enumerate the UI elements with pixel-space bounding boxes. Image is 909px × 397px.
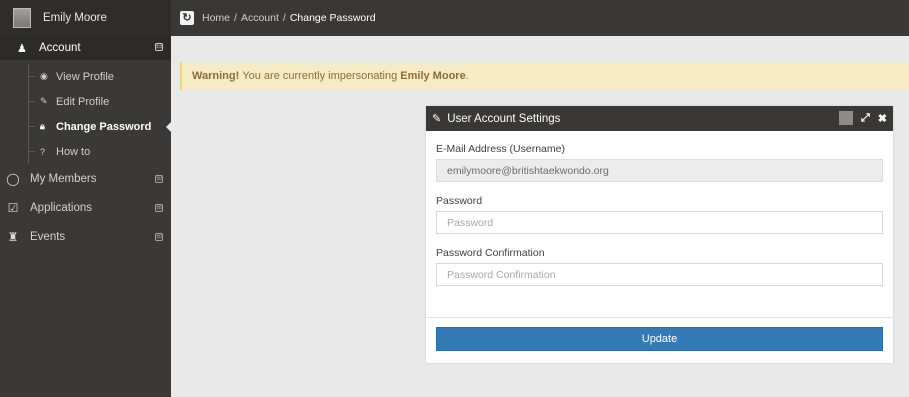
sidebar-item-label: Edit Profile [56,95,110,108]
breadcrumb-separator: / [234,12,237,24]
warning-text: You are currently impersonating [242,70,398,82]
breadcrumb-home[interactable]: Home [202,12,230,24]
sidebar-item-label: My Members [30,172,97,185]
sidebar: ♟ Account ⊟ ◉ View Profile ✎ Edit Profil… [0,36,172,397]
password-confirmation-field[interactable] [436,263,883,286]
expand-icon[interactable]: ⊞ [155,204,163,212]
sidebar-item-how-to[interactable]: ? How to [0,139,171,164]
refresh-icon[interactable]: ↻ [180,11,194,25]
email-label: E-Mail Address (Username) [436,143,565,155]
user-box[interactable]: Emily Moore [0,0,171,36]
expand-icon[interactable]: ⊞ [155,175,163,183]
collapse-icon[interactable]: ⊟ [155,43,163,51]
password-label: Password [436,195,483,207]
color-picker-icon[interactable] [838,111,853,125]
breadcrumb: ↻ Home / Account / Change Password [180,0,376,36]
user-icon: ♟ [17,42,27,55]
sidebar-item-applications[interactable]: ☑ Applications ⊞ [0,193,171,222]
check-square-icon: ☑ [7,200,19,215]
avatar [13,8,31,28]
sidebar-item-my-members[interactable]: ◯ My Members ⊞ [0,164,171,193]
email-field[interactable] [436,159,883,182]
sidebar-item-events[interactable]: ♜ Events ⊞ [0,222,171,251]
sidebar-item-change-password[interactable]: 🔒︎ Change Password [0,114,172,139]
sidebar-section-account[interactable]: ♟ Account ⊟ [0,36,171,60]
warning-strong: Warning! [192,70,240,82]
active-caret [166,121,172,133]
sidebar-item-label: How to [56,145,91,158]
panel-header: ✎ User Account Settings ⤢ ✖ [426,106,893,131]
password-confirmation-label: Password Confirmation [436,247,545,259]
eye-icon: ◉ [40,71,48,81]
trophy-icon: ♜ [7,229,19,244]
sidebar-item-label: View Profile [56,70,114,83]
user-circle-icon: ◯ [6,171,20,186]
panel-tools: ⤢ ✖ [838,111,887,125]
fullscreen-icon[interactable]: ⤢ [861,112,870,125]
edit-icon: ✎ [40,96,48,106]
password-field[interactable] [436,211,883,234]
edit-icon: ✎ [432,113,442,125]
sidebar-section-label: Account [39,42,81,54]
update-button[interactable]: Update [436,327,883,351]
breadcrumb-separator: / [282,12,286,24]
panel-footer: Update [426,317,893,363]
question-icon: ? [40,146,46,157]
warning-name: Emily Moore [400,70,466,82]
user-name: Emily Moore [43,12,107,24]
warning-end: . [465,70,469,82]
breadcrumb-current: Change Password [289,12,376,24]
lock-icon: 🔒︎ [40,121,45,131]
breadcrumb-account[interactable]: Account [241,12,279,24]
impersonation-warning: Warning! You are currently impersonating… [180,62,909,90]
sidebar-item-label: Events [30,230,66,243]
user-account-settings-panel: ✎ User Account Settings ⤢ ✖ E-Mail Addre… [426,106,893,363]
sidebar-item-label: Change Password [56,120,152,133]
close-icon[interactable]: ✖ [878,112,887,125]
top-bar: Emily Moore ↻ Home / Account / Change Pa… [0,0,909,36]
sidebar-item-label: Applications [30,201,93,214]
sidebar-item-view-profile[interactable]: ◉ View Profile [0,64,171,89]
sidebar-item-edit-profile[interactable]: ✎ Edit Profile [0,89,171,114]
expand-icon[interactable]: ⊞ [155,233,163,241]
panel-title: User Account Settings [447,112,561,125]
